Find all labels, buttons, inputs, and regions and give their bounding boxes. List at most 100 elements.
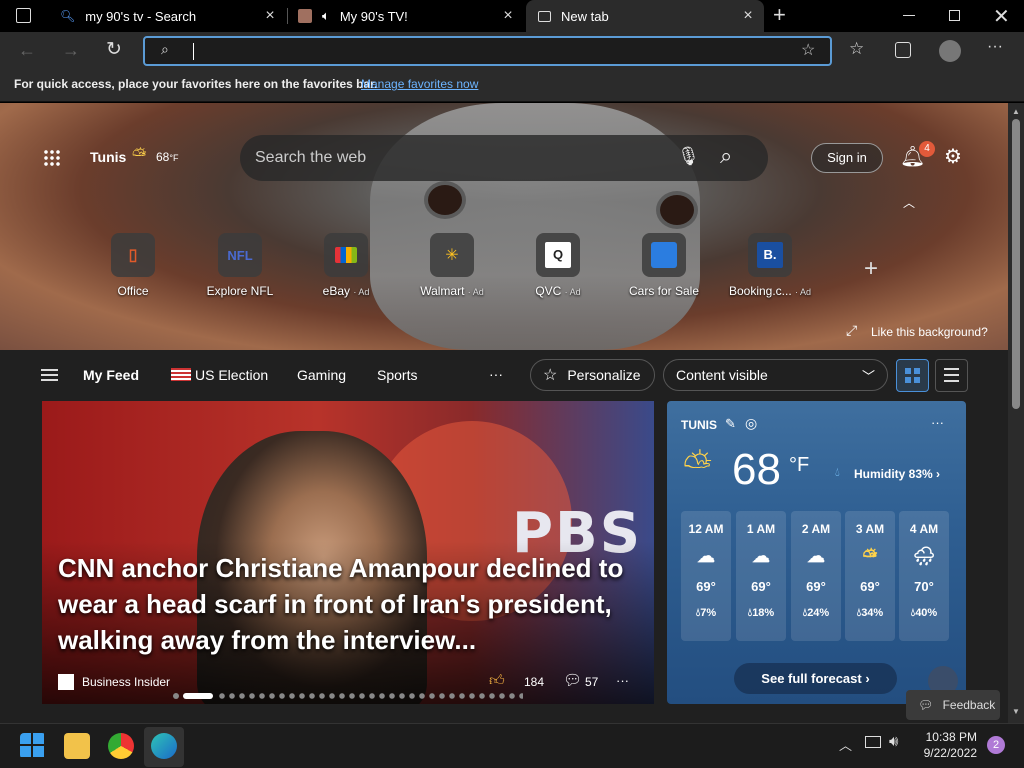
show-hidden-icons-chevron[interactable]: ︿: [839, 735, 852, 754]
ebay-bag-icon: [324, 233, 368, 277]
feedback-icon: 💬︎: [918, 698, 934, 712]
favorites-hint: For quick access, place your favorites h…: [14, 77, 378, 91]
file-explorer-icon[interactable]: [64, 733, 90, 759]
chevron-down-icon: ﹀: [861, 369, 875, 384]
add-quicklink-button[interactable]: +: [864, 255, 878, 283]
manage-favorites-link[interactable]: Manage favorites now: [361, 77, 478, 91]
sign-in-button[interactable]: Sign in: [811, 143, 883, 173]
edge-icon[interactable]: [151, 733, 177, 759]
partly-cloudy-icon: ⛅︎: [132, 145, 147, 165]
carousel-dots[interactable]: [173, 693, 523, 699]
collapse-chevron-icon[interactable]: ︿: [903, 194, 915, 211]
hourly-forecast-item[interactable]: 4 AM 🌧︎ 70° 💧︎40%: [899, 511, 949, 641]
globe-icon[interactable]: ◎: [745, 415, 757, 432]
weather-location[interactable]: TUNIS: [681, 418, 717, 432]
quicklink-walmart[interactable]: ✳︎ Walmart · Ad: [397, 233, 507, 298]
tab-gaming[interactable]: Gaming: [297, 367, 346, 383]
search-input[interactable]: Search the web: [255, 149, 366, 167]
web-search-box[interactable]: Search the web 🎙︎ ⌕: [240, 135, 768, 181]
reactions-icon[interactable]: 👍︎: [489, 672, 505, 690]
hero-temp[interactable]: 68°F: [156, 150, 178, 164]
tab-search[interactable]: 🔍︎ my 90's tv - Search ×: [50, 0, 286, 32]
close-tab-icon[interactable]: ×: [740, 8, 756, 24]
humidity-drop-icon: 💧︎: [835, 465, 840, 479]
restore-button[interactable]: [949, 10, 960, 21]
clock-time[interactable]: 10:38 PM: [925, 730, 977, 744]
quicklink-ebay[interactable]: eBay · Ad: [291, 233, 401, 298]
close-window-button[interactable]: ✕: [993, 4, 1010, 29]
search-icon[interactable]: ⌕: [720, 143, 732, 169]
humidity-link[interactable]: Humidity 83% ›: [854, 467, 940, 481]
tab-us-election[interactable]: US Election: [195, 367, 268, 383]
microphone-icon[interactable]: 🎙︎: [677, 146, 700, 167]
edit-pencil-icon[interactable]: ✎: [725, 416, 736, 432]
us-flag-icon: [171, 368, 191, 381]
weather-city[interactable]: Tunis: [90, 149, 126, 165]
rain-cloud-icon: 🌧︎: [912, 546, 936, 566]
hourly-forecast-item[interactable]: 3 AM ⛅︎ 69° 💧︎34%: [845, 511, 895, 641]
app-launcher-icon[interactable]: [43, 149, 61, 167]
weather-more-icon[interactable]: ···: [931, 415, 944, 430]
more-topics-icon[interactable]: ···: [489, 366, 503, 382]
quicklink-cars-for-sale[interactable]: Cars for Sale: [609, 233, 719, 298]
speaker-icon[interactable]: 🔈︎: [322, 8, 330, 24]
weather-card[interactable]: TUNIS ✎ ◎ ··· ⛅︎ 68 °F 💧︎ Humidity 83% ›…: [667, 401, 966, 704]
quicklink-nfl[interactable]: NFL Explore NFL: [185, 233, 295, 298]
settings-more-icon[interactable]: ···: [987, 38, 1003, 56]
quicklink-qvc[interactable]: Q QVC · Ad: [503, 233, 613, 298]
volume-icon[interactable]: 🔊︎: [889, 733, 898, 750]
scroll-up-arrow-icon[interactable]: ▲: [1012, 107, 1020, 116]
address-bar[interactable]: ⌕ ☆: [143, 36, 832, 66]
comments-count: 57: [585, 675, 599, 689]
qvc-icon: Q: [536, 233, 580, 277]
scroll-thumb[interactable]: [1012, 119, 1020, 409]
quicklink-booking[interactable]: B. Booking.c... · Ad: [715, 233, 825, 298]
cloud-icon: ☁︎: [697, 546, 715, 566]
windows-start-icon[interactable]: [20, 733, 46, 759]
tab-actions-icon[interactable]: [16, 8, 31, 23]
story-source[interactable]: Business Insider: [82, 675, 170, 689]
tab-sports[interactable]: Sports: [377, 367, 417, 383]
content-visibility-dropdown[interactable]: Content visible ﹀: [663, 359, 888, 391]
forward-arrow-icon[interactable]: →: [62, 40, 80, 61]
tab-new-tab[interactable]: New tab ×: [526, 0, 764, 32]
chrome-icon[interactable]: [108, 733, 134, 759]
close-tab-icon[interactable]: ×: [262, 8, 278, 24]
like-background-link[interactable]: Like this background?: [871, 325, 988, 339]
add-favorite-icon[interactable]: ☆: [801, 40, 815, 60]
refresh-icon[interactable]: ↻: [106, 38, 122, 61]
notification-center-badge[interactable]: 2: [987, 736, 1005, 754]
page-settings-gear-icon[interactable]: ⚙︎: [944, 144, 962, 169]
reactions-count: 184: [524, 675, 545, 689]
minimize-button[interactable]: [903, 15, 915, 16]
collections-icon[interactable]: [895, 42, 911, 58]
grid-icon: [905, 368, 920, 383]
tab-my-90s-tv[interactable]: 🔈︎ My 90's TV! ×: [288, 0, 524, 32]
close-tab-icon[interactable]: ×: [500, 8, 516, 24]
profile-avatar[interactable]: [939, 40, 961, 62]
quicklink-office[interactable]: ▯ Office: [78, 233, 188, 298]
search-favicon-icon: 🔍︎: [60, 9, 76, 23]
scroll-down-arrow-icon[interactable]: ▼: [1012, 707, 1020, 716]
business-insider-logo: [58, 674, 74, 690]
weather-unit: °F: [789, 454, 810, 476]
hourly-forecast-item[interactable]: 2 AM ☁︎ 69° 💧︎24%: [791, 511, 841, 641]
see-full-forecast-button[interactable]: See full forecast ›: [734, 663, 897, 694]
feedback-button[interactable]: 💬︎ Feedback: [906, 690, 1000, 720]
page-scrollbar[interactable]: ▲ ▼: [1008, 103, 1024, 723]
new-tab-button[interactable]: +: [773, 4, 786, 26]
personalize-star-icon: ☆: [543, 367, 558, 384]
comment-icon[interactable]: 💬︎: [563, 671, 582, 689]
tab-my-feed[interactable]: My Feed: [83, 367, 139, 383]
hourly-forecast-item[interactable]: 12 AM ☁︎ 69° 💧︎7%: [681, 511, 731, 641]
network-icon[interactable]: [865, 736, 881, 748]
partly-cloudy-night-icon: ⛅︎: [862, 546, 878, 566]
favorites-icon[interactable]: ☆: [849, 39, 864, 59]
hourly-forecast-item[interactable]: 1 AM ☁︎ 69° 💧︎18%: [736, 511, 786, 641]
expand-icon[interactable]: ⤢: [846, 322, 857, 339]
clock-date[interactable]: 9/22/2022: [917, 746, 977, 760]
story-more-icon[interactable]: ···: [616, 673, 629, 688]
personalize-button[interactable]: ☆ Personalize: [530, 359, 655, 391]
story-headline[interactable]: CNN anchor Christiane Amanpour declined …: [58, 550, 648, 658]
back-arrow-icon[interactable]: ←: [18, 40, 36, 61]
